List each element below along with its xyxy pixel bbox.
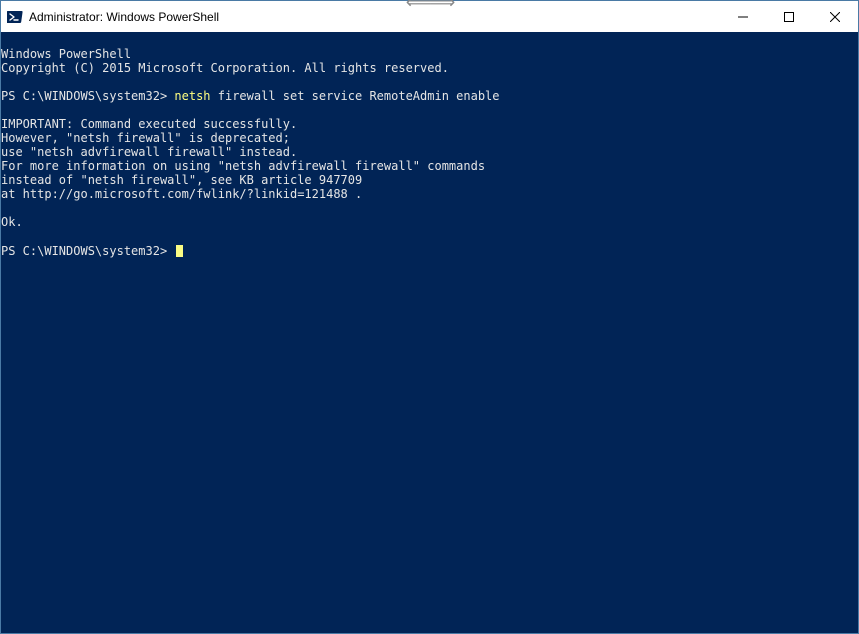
cursor-icon (176, 245, 183, 257)
powershell-window: ⟸⟹ Administrator: Windows PowerShell Win… (0, 0, 859, 634)
output-line: For more information on using "netsh adv… (1, 159, 485, 173)
blank-line (1, 75, 8, 89)
prompt-line: PS C:\WINDOWS\system32> (1, 244, 183, 258)
output-line: IMPORTANT: Command executed successfully… (1, 117, 297, 131)
blank-line (1, 103, 8, 117)
blank-line (1, 229, 8, 243)
minimize-button[interactable] (720, 1, 766, 32)
powershell-icon (7, 9, 23, 25)
terminal-area[interactable]: Windows PowerShell Copyright (C) 2015 Mi… (1, 32, 858, 633)
prompt-line: PS C:\WINDOWS\system32> netsh firewall s… (1, 89, 500, 103)
output-line: use "netsh advfirewall firewall" instead… (1, 145, 297, 159)
output-line: However, "netsh firewall" is deprecated; (1, 131, 290, 145)
output-line: at http://go.microsoft.com/fwlink/?linki… (1, 187, 362, 201)
prompt-prefix: PS C:\WINDOWS\system32> (1, 89, 174, 103)
close-button[interactable] (812, 1, 858, 32)
banner-line: Windows PowerShell (1, 47, 131, 61)
window-title: Administrator: Windows PowerShell (29, 10, 219, 24)
prompt-prefix: PS C:\WINDOWS\system32> (1, 244, 174, 258)
titlebar[interactable]: ⟸⟹ Administrator: Windows PowerShell (1, 1, 858, 32)
banner-line: Copyright (C) 2015 Microsoft Corporation… (1, 61, 449, 75)
resize-handle-icon: ⟸⟹ (406, 0, 454, 13)
output-line: Ok. (1, 215, 23, 229)
maximize-button[interactable] (766, 1, 812, 32)
command-token: netsh (174, 89, 210, 103)
command-args: firewall set service RemoteAdmin enable (211, 89, 500, 103)
blank-line (1, 201, 8, 215)
window-controls (720, 1, 858, 32)
output-line: instead of "netsh firewall", see KB arti… (1, 173, 362, 187)
